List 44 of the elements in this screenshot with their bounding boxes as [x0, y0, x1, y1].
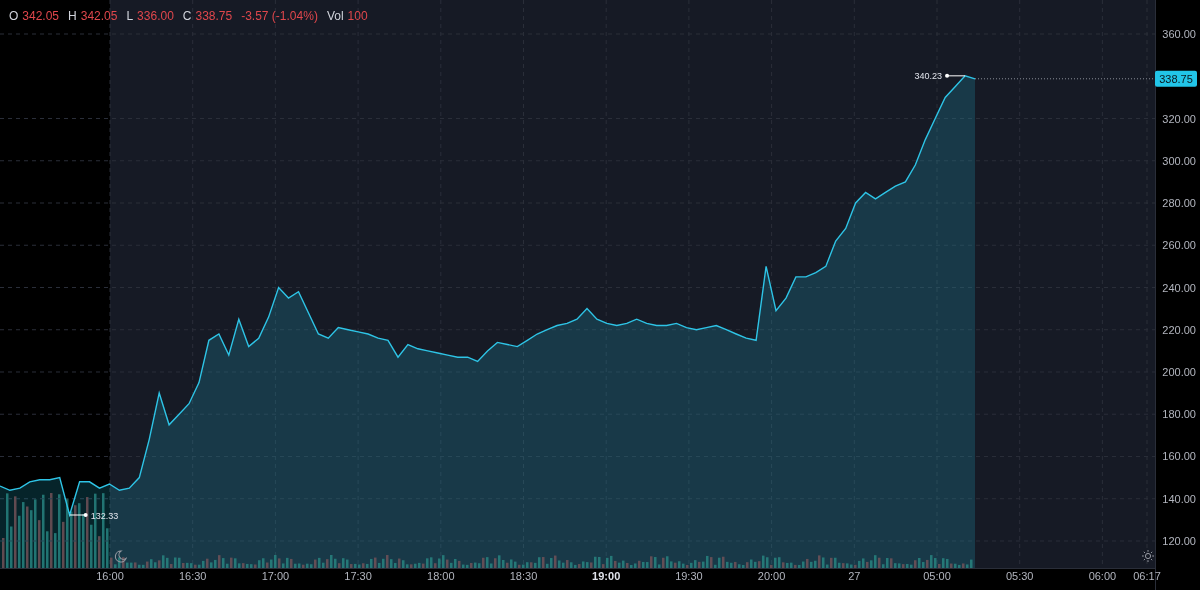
sun-icon[interactable]: [1141, 549, 1155, 563]
legend-label: O: [9, 9, 19, 23]
legend-label: C: [182, 9, 192, 23]
legend-value: 338.75: [195, 9, 233, 23]
legend-label: L: [126, 9, 134, 23]
legend-value: 342.05: [80, 9, 118, 23]
y-tick-label: 180.00: [1162, 408, 1196, 421]
y-tick-label: 240.00: [1162, 281, 1196, 294]
time-label: 20:00: [757, 570, 786, 582]
y-tick-label: 300.00: [1162, 154, 1196, 167]
low-marker: [69, 513, 88, 517]
time-label: 16:30: [178, 570, 207, 582]
legend-label: H: [68, 9, 77, 23]
price-label: 132.33: [90, 510, 119, 521]
time-label: 18:30: [509, 570, 538, 582]
price-label: 340.23: [914, 71, 943, 82]
y-tick-label: 160.00: [1162, 450, 1196, 463]
y-tick-label: 280.00: [1162, 197, 1196, 209]
y-tick-label: 200.00: [1162, 366, 1196, 378]
legend-label: Vol: [326, 9, 344, 23]
high-marker: [945, 73, 966, 78]
time-label: 18:00: [427, 570, 455, 582]
time-label: 06:00: [1088, 570, 1117, 582]
moon-icon[interactable]: [114, 550, 127, 563]
y-tick-label: 120.00: [1162, 535, 1196, 547]
last-price-badge: 338.75: [1155, 70, 1197, 87]
y-tick-label: 320.00: [1162, 112, 1196, 125]
time-label: 17:00: [261, 570, 290, 582]
time-label: 16:00: [96, 570, 124, 582]
y-tick-label: 140.00: [1162, 492, 1196, 505]
time-label: 17:30: [344, 570, 372, 582]
time-label: 19:00: [592, 570, 621, 582]
time-label: 27: [848, 570, 861, 582]
legend-value: 100: [347, 9, 368, 23]
time-label: 05:00: [923, 570, 951, 582]
time-label: 06:17: [1133, 570, 1161, 582]
time-label: 19:30: [675, 570, 703, 582]
time-label: 05:30: [1005, 570, 1034, 582]
legend-value: 336.00: [137, 9, 174, 23]
y-tick-label: 220.00: [1162, 323, 1196, 336]
y-tick-label: 360.00: [1162, 28, 1196, 40]
legend-value: 342.05: [22, 9, 60, 23]
legend-change: -3.57 (-1.04%): [241, 9, 318, 23]
y-tick-label: 260.00: [1162, 239, 1196, 252]
